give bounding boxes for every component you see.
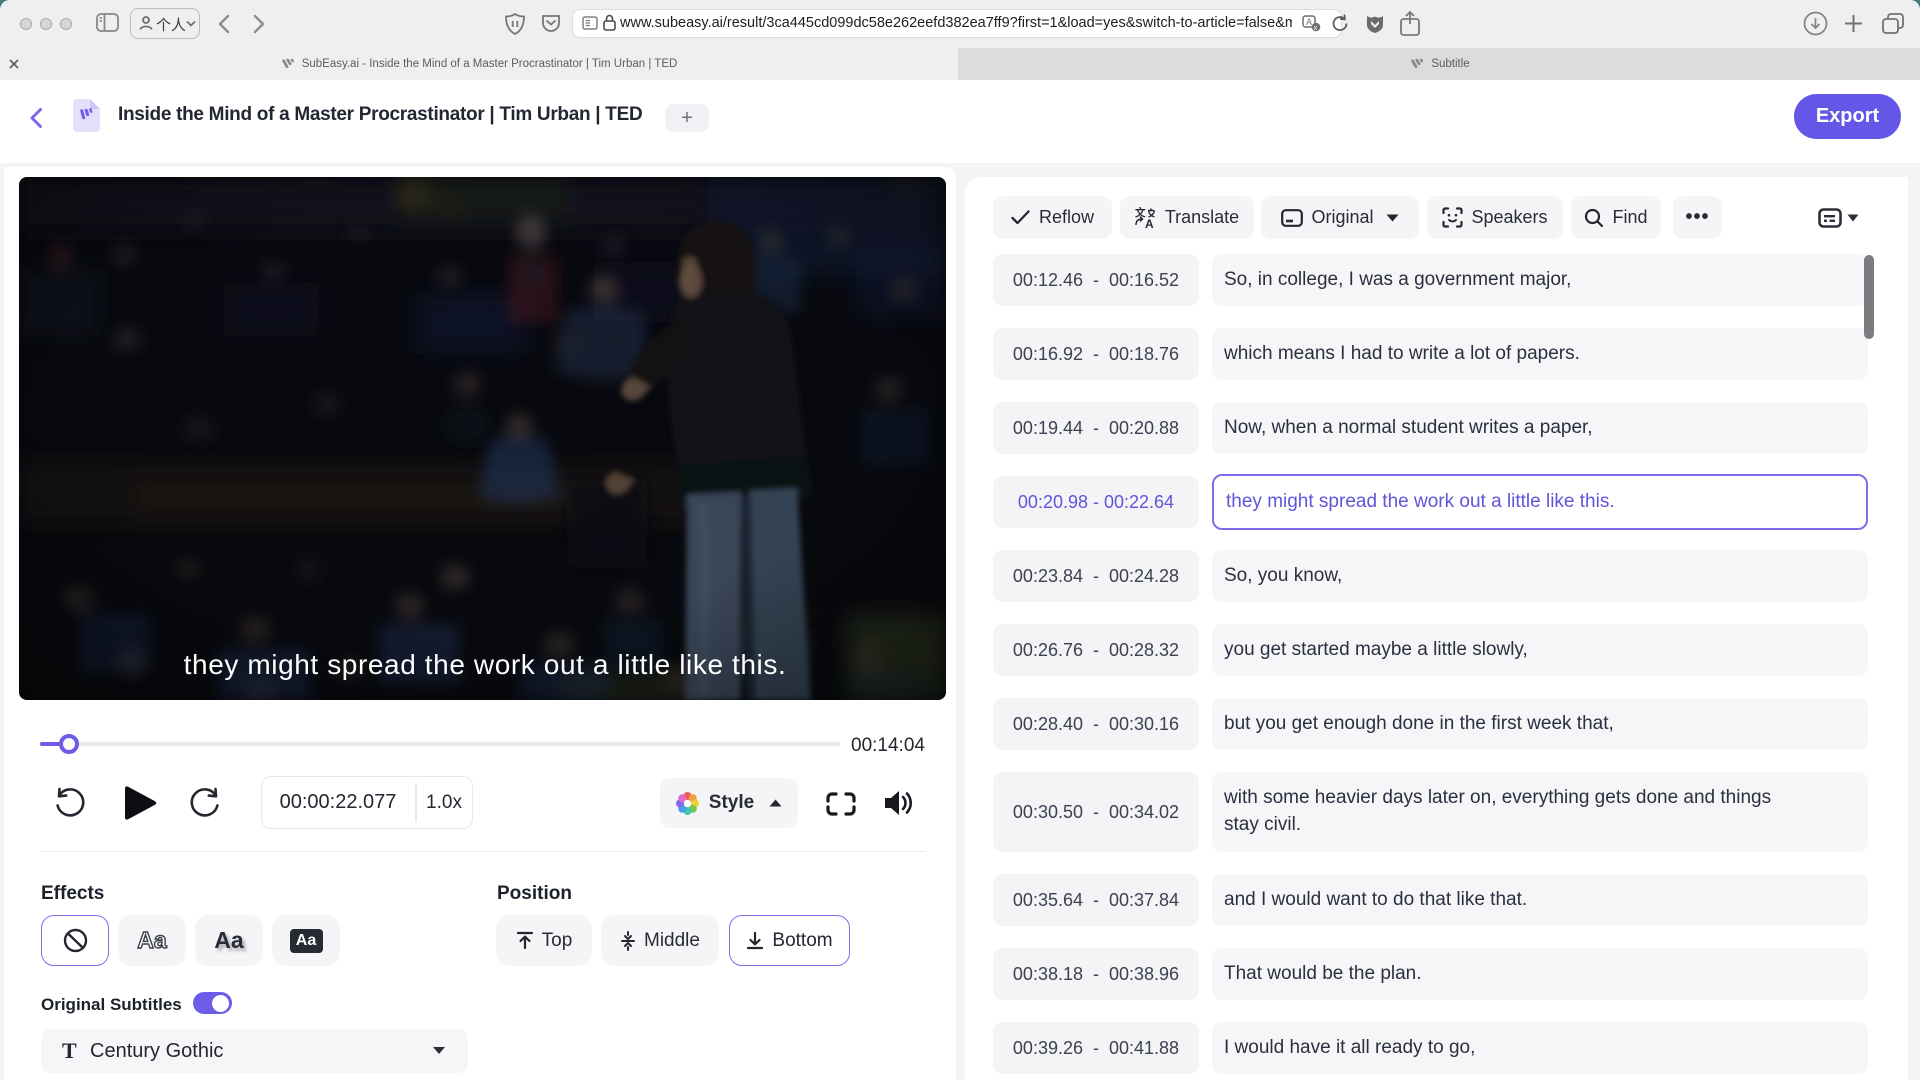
svg-text:they might spread the work out: they might spread the work out a little …: [184, 649, 787, 680]
svg-text:A: A: [1306, 17, 1312, 27]
svg-text:x: x: [1314, 23, 1318, 32]
svg-text:A: A: [1145, 217, 1154, 229]
